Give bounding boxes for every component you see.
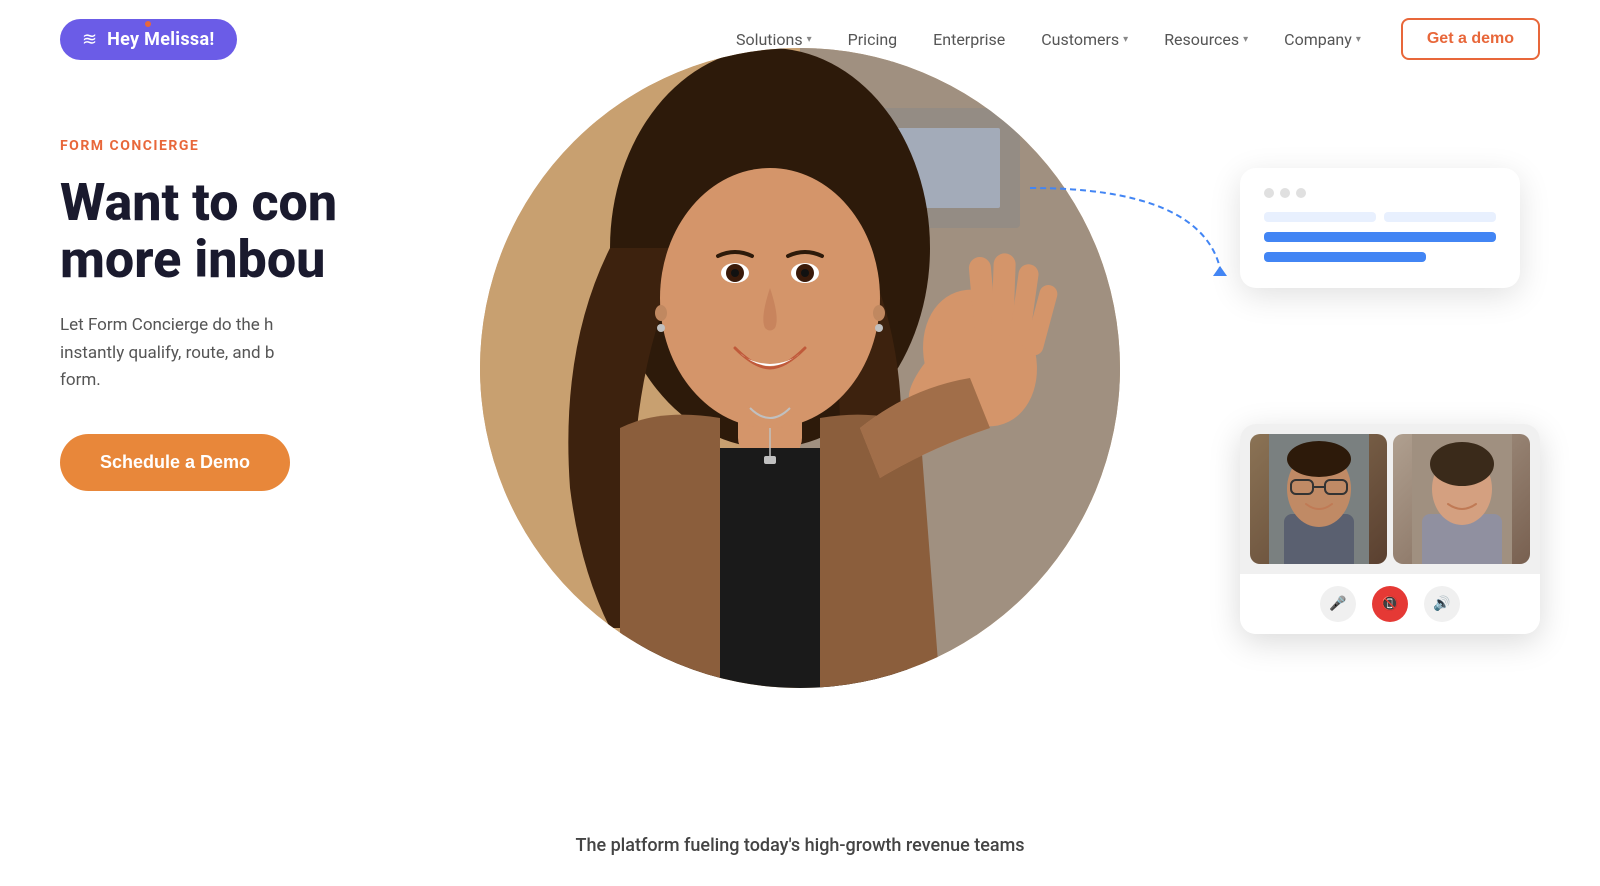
- dot-3: [1296, 188, 1306, 198]
- hero-subtext-line3: form.: [60, 370, 101, 390]
- chevron-down-icon-company: ▾: [1356, 34, 1361, 45]
- person2-avatar: [1412, 434, 1512, 564]
- nav-item-pricing[interactable]: Pricing: [848, 30, 898, 49]
- get-demo-button[interactable]: Get a demo: [1401, 18, 1540, 60]
- video-call-widget: 🎤 📵 🔊: [1240, 424, 1540, 634]
- hero-image: [480, 48, 1120, 688]
- form-field-blue-2: [1264, 252, 1426, 262]
- speaker-button[interactable]: 🔊: [1424, 586, 1460, 622]
- nav-links: Solutions ▾ Pricing Enterprise Customers…: [736, 30, 1361, 49]
- end-call-button[interactable]: 📵: [1372, 586, 1408, 622]
- hero-circle-bg: [480, 48, 1120, 688]
- nav-item-solutions[interactable]: Solutions ▾: [736, 30, 812, 49]
- dashed-arrow-svg: [1020, 178, 1240, 278]
- dot-2: [1280, 188, 1290, 198]
- dashed-arrow: [1020, 178, 1240, 282]
- form-widget-header: [1264, 188, 1496, 198]
- nav-pricing-label: Pricing: [848, 30, 898, 49]
- nav-item-company[interactable]: Company ▾: [1284, 30, 1361, 49]
- hero-label: FORM CONCIERGE: [60, 138, 337, 154]
- nav-links-container: Solutions ▾ Pricing Enterprise Customers…: [736, 18, 1540, 60]
- nav-logo[interactable]: ≋ Hey Melissa!: [60, 19, 237, 60]
- hero-heading-line1: Want to con: [60, 172, 337, 233]
- schedule-demo-button[interactable]: Schedule a Demo: [60, 434, 290, 491]
- video-grid: [1240, 424, 1540, 574]
- chevron-down-icon: ▾: [807, 34, 812, 45]
- navbar: ≋ Hey Melissa! Solutions ▾ Pricing Enter…: [0, 0, 1600, 78]
- person1-avatar: [1269, 434, 1369, 564]
- nav-enterprise-label: Enterprise: [933, 30, 1005, 49]
- form-widget: [1240, 168, 1520, 288]
- hero-text: FORM CONCIERGE Want to con more inbou Le…: [60, 138, 337, 491]
- widget-area: 🎤 📵 🔊: [1240, 158, 1540, 634]
- form-field-blue-1: [1264, 232, 1496, 242]
- hero-subtext: Let Form Concierge do the h instantly qu…: [60, 312, 337, 394]
- hero-circle: [480, 48, 1120, 688]
- nav-solutions-label: Solutions: [736, 30, 803, 49]
- form-field-2: [1384, 212, 1496, 222]
- video-controls: 🎤 📵 🔊: [1240, 574, 1540, 634]
- hero-subtext-line2: instantly qualify, route, and b: [60, 343, 274, 363]
- chevron-down-icon-resources: ▾: [1243, 34, 1248, 45]
- nav-company-label: Company: [1284, 30, 1352, 49]
- nav-item-enterprise[interactable]: Enterprise: [933, 30, 1005, 49]
- nav-resources-label: Resources: [1164, 30, 1239, 49]
- logo-text: Hey Melissa!: [107, 29, 214, 50]
- hero-section: FORM CONCIERGE Want to con more inbou Le…: [0, 78, 1600, 884]
- nav-item-resources[interactable]: Resources ▾: [1164, 30, 1248, 49]
- hero-heading: Want to con more inbou: [60, 174, 337, 288]
- form-field-1: [1264, 212, 1376, 222]
- orange-dot: [145, 21, 151, 27]
- hero-subtext-line1: Let Form Concierge do the h: [60, 315, 273, 335]
- video-person-1: [1250, 434, 1387, 564]
- nav-customers-label: Customers: [1041, 30, 1119, 49]
- video-person-2: [1393, 434, 1530, 564]
- nav-item-customers[interactable]: Customers ▾: [1041, 30, 1128, 49]
- chevron-down-icon-customers: ▾: [1123, 34, 1128, 45]
- mute-button[interactable]: 🎤: [1320, 586, 1356, 622]
- hero-heading-line2: more inbou: [60, 229, 325, 290]
- waveform-icon: ≋: [82, 29, 97, 50]
- bottom-caption: The platform fueling today's high-growth…: [575, 835, 1024, 856]
- dot-1: [1264, 188, 1274, 198]
- form-row-1: [1264, 212, 1496, 222]
